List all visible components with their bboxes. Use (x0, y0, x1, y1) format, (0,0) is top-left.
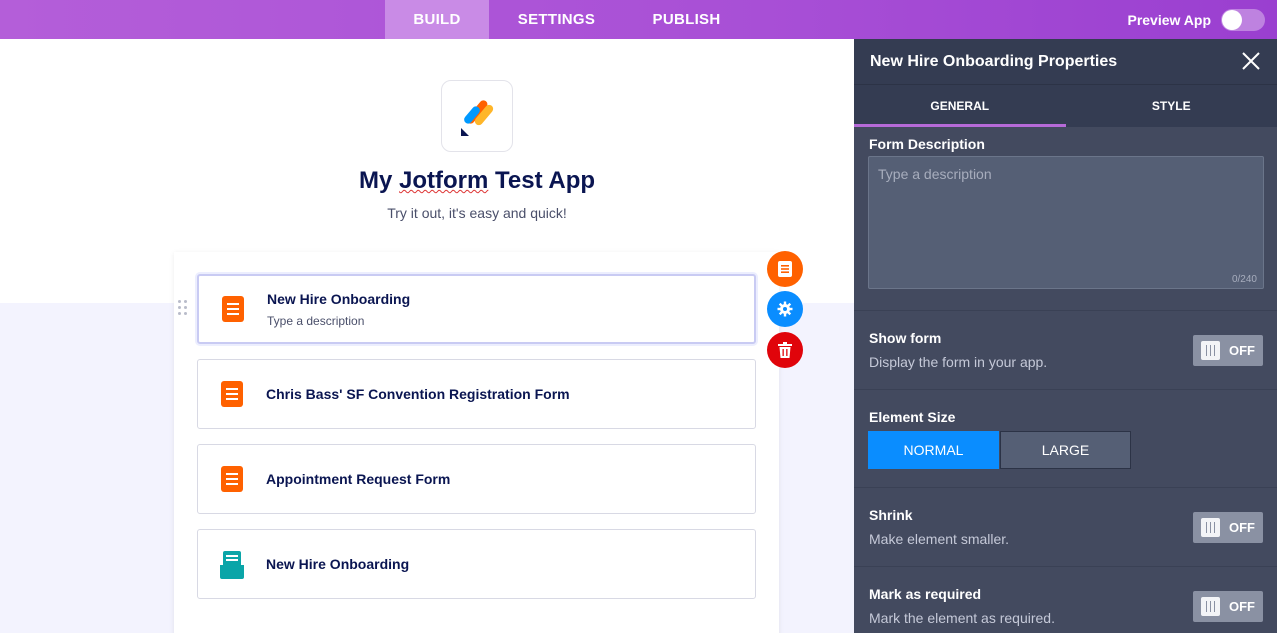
form-icon (220, 466, 244, 492)
form-properties-button[interactable] (767, 251, 803, 287)
shrink-toggle[interactable]: OFF (1193, 512, 1263, 543)
item-name: Chris Bass' SF Convention Registration F… (266, 386, 570, 402)
required-state: OFF (1229, 599, 1255, 614)
item-name: Appointment Request Form (266, 471, 451, 487)
gear-icon (777, 301, 793, 317)
form-icon (220, 381, 244, 407)
item-text: New Hire Onboarding Type a description (267, 291, 410, 328)
toggle-grip-icon (1201, 597, 1220, 616)
preview-app-label: Preview App (1127, 11, 1211, 28)
divider (854, 310, 1277, 311)
toggle-grip-icon (1201, 341, 1220, 360)
panel-tabs: GENERAL STYLE (854, 84, 1277, 127)
size-normal-button[interactable]: NORMAL (868, 431, 999, 469)
app-subtitle[interactable]: Try it out, it's easy and quick! (0, 205, 954, 221)
item-text: Appointment Request Form (266, 471, 450, 487)
app-title-part1: My (358, 167, 399, 194)
show-form-setting: Show form Display the form in your app. (869, 330, 1047, 370)
jotform-logo-icon (461, 100, 494, 136)
divider (854, 389, 1277, 390)
form-description-label: Form Description (869, 136, 985, 152)
trash-icon (778, 342, 792, 358)
app-title[interactable]: My Jotform Test App (0, 167, 954, 195)
settings-button[interactable] (767, 291, 803, 327)
list-item[interactable]: New Hire Onboarding (197, 529, 756, 599)
app-canvas: My Jotform Test App Try it out, it's eas… (0, 39, 854, 633)
tab-publish[interactable]: PUBLISH (624, 0, 749, 39)
element-size-label: Element Size (869, 409, 956, 425)
tab-build[interactable]: BUILD (385, 0, 489, 39)
main-nav: BUILD SETTINGS PUBLISH (385, 0, 749, 39)
form-icon (778, 261, 792, 277)
list-item[interactable]: Chris Bass' SF Convention Registration F… (197, 359, 756, 429)
preview-app: Preview App (1127, 0, 1265, 39)
app-title-part3: Test App (488, 167, 596, 194)
elements-card: New Hire Onboarding Type a description C… (174, 252, 779, 633)
shrink-state: OFF (1229, 520, 1255, 535)
item-description: Type a description (267, 313, 365, 328)
delete-button[interactable] (767, 332, 803, 368)
preview-app-toggle[interactable] (1221, 8, 1265, 31)
required-label: Mark as required (869, 586, 982, 602)
divider (854, 487, 1277, 488)
shrink-description: Make element smaller. (869, 531, 1010, 547)
tab-settings[interactable]: SETTINGS (489, 0, 624, 39)
element-size-selector: NORMAL LARGE (868, 431, 1131, 469)
form-icon (221, 296, 245, 322)
list-item[interactable]: Appointment Request Form (197, 444, 756, 514)
tab-general[interactable]: GENERAL (854, 85, 1066, 127)
show-form-state: OFF (1229, 343, 1255, 358)
form-description-textarea[interactable]: Type a description 0/240 (868, 156, 1264, 289)
required-setting: Mark as required Mark the element as req… (869, 586, 1055, 626)
top-bar: BUILD SETTINGS PUBLISH Preview App (0, 0, 1277, 39)
show-form-label: Show form (869, 330, 942, 346)
drag-handle-icon[interactable] (178, 300, 188, 316)
required-toggle[interactable]: OFF (1193, 591, 1263, 622)
panel-header: New Hire Onboarding Properties (854, 39, 1277, 84)
toggle-knob (1222, 9, 1242, 30)
item-name: New Hire Onboarding (266, 556, 410, 572)
show-form-description: Display the form in your app. (869, 354, 1048, 370)
panel-title: New Hire Onboarding Properties (870, 52, 1118, 70)
size-large-button[interactable]: LARGE (1000, 431, 1131, 469)
app-logo[interactable] (441, 80, 513, 152)
inbox-form-icon (220, 551, 244, 579)
required-description: Mark the element as required. (869, 610, 1055, 626)
toggle-grip-icon (1201, 518, 1220, 537)
item-text: Chris Bass' SF Convention Registration F… (266, 386, 570, 402)
list-item[interactable]: New Hire Onboarding Type a description (197, 274, 756, 344)
character-counter: 0/240 (1231, 274, 1257, 285)
close-icon[interactable] (1241, 51, 1261, 71)
shrink-label: Shrink (869, 507, 913, 523)
form-description-placeholder: Type a description (878, 166, 992, 182)
show-form-toggle[interactable]: OFF (1193, 335, 1263, 366)
tab-style[interactable]: STYLE (1066, 85, 1277, 127)
properties-panel: New Hire Onboarding Properties GENERAL S… (854, 39, 1277, 633)
divider (854, 566, 1277, 567)
item-text: New Hire Onboarding (266, 556, 409, 572)
shrink-setting: Shrink Make element smaller. (869, 507, 1009, 547)
item-name: New Hire Onboarding (267, 290, 411, 307)
app-title-part2: Jotform (399, 167, 489, 194)
